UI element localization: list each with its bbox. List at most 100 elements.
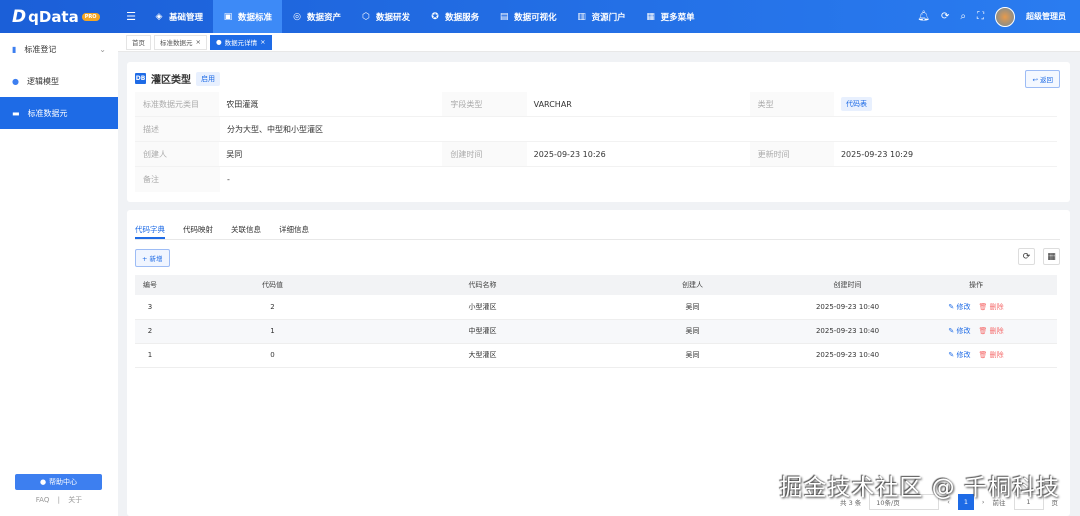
table-cell: 0	[165, 343, 380, 368]
edit-button[interactable]: ✎ 修改	[948, 327, 970, 335]
detail-title: DB 灌区类型 启用	[135, 71, 220, 86]
field-value: VARCHAR	[533, 99, 572, 109]
sidebar-item-label: 标准数据元	[27, 108, 68, 118]
tab-code-dict[interactable]: 代码字典	[135, 222, 165, 239]
table-cell: 3	[135, 295, 165, 320]
table-cell: 2025-09-23 10:40	[800, 295, 895, 320]
field-value: 农田灌溉	[226, 99, 259, 109]
table-cell: 1	[135, 343, 165, 368]
nav-data-assets[interactable]: ◎ 数据资产	[282, 0, 351, 33]
model-icon: ●	[12, 76, 19, 86]
detail-card: DB 灌区类型 启用 ↩ 返回 标准数据元类目 农田灌溉 字段类型 VARCHAR 类型…	[127, 62, 1070, 202]
actions-cell: ✎ 修改 🗑︎ 删除	[895, 319, 1057, 344]
tabs-bar: 首页 标准数据元 × ● 数据元详情 ×	[118, 33, 1080, 52]
column-settings-button[interactable]: ▦	[1043, 248, 1060, 265]
close-icon[interactable]: ×	[196, 38, 201, 46]
nav-data-dev[interactable]: ⬡ 数据研发	[351, 0, 420, 33]
detail-row: 描述 分为大型、中型和小型灌区	[135, 117, 1057, 142]
sidebar-item-standard-register[interactable]: ▮ 标准登记 ⌄	[0, 33, 118, 65]
table-cell: 2025-09-23 10:40	[800, 319, 895, 344]
user-name[interactable]: 超级管理员	[1026, 11, 1066, 22]
book-icon: ▣	[223, 11, 233, 22]
edit-label: 修改	[956, 302, 971, 311]
tab-label: 首页	[132, 39, 145, 47]
table-cell: 2025-09-23 10:40	[800, 343, 895, 368]
back-button[interactable]: ↩ 返回	[1025, 70, 1060, 88]
sidebar-item-logic-model[interactable]: ● 逻辑模型	[0, 65, 118, 97]
element-icon: ▬	[12, 108, 20, 118]
tab-related-info[interactable]: 关联信息	[231, 222, 261, 239]
nav-label: 数据研发	[376, 12, 411, 23]
table-cell: 2	[165, 295, 380, 320]
tab-detail-info[interactable]: 详细信息	[279, 222, 309, 239]
col-header: 操作	[895, 275, 1057, 295]
field-value: 2025-09-23 10:26	[533, 149, 606, 159]
pro-badge: PRO	[81, 12, 100, 21]
menu-toggle-icon[interactable]: ☰	[118, 10, 144, 23]
delete-label: 删除	[989, 351, 1004, 359]
delete-button[interactable]: 🗑︎ 删除	[978, 351, 1003, 359]
bell-icon[interactable]: 🔔︎	[917, 11, 930, 22]
tab-element-detail[interactable]: ● 数据元详情 ×	[209, 34, 272, 50]
nav-label: 更多菜单	[660, 12, 695, 23]
portal-icon: ▥	[577, 11, 586, 22]
detail-grid: 标准数据元类目 农田灌溉 字段类型 VARCHAR 类型 代码表 描述 分为大型、中型和…	[135, 92, 1057, 192]
detail-row: 创建人 吴同 创建时间 2025-09-23 10:26 更新时间 2025-09-2…	[135, 142, 1057, 167]
tab-standard-element[interactable]: 标准数据元 ×	[154, 34, 207, 50]
add-button[interactable]: + 新增	[135, 249, 170, 267]
actions-cell: ✎ 修改 🗑︎ 删除	[895, 295, 1057, 320]
nav-label: 数据标准	[238, 12, 273, 23]
field-label: 标准数据元类目	[135, 92, 220, 116]
faq-link[interactable]: FAQ	[36, 496, 50, 504]
field-value: 吴同	[226, 149, 243, 159]
help-center-button[interactable]: ● 帮助中心	[15, 474, 102, 490]
about-link[interactable]: 关于	[68, 496, 82, 504]
edit-button[interactable]: ✎ 修改	[948, 351, 970, 359]
refresh-icon[interactable]: ⟳	[941, 11, 949, 22]
nav-visualization[interactable]: ▤ 数据可视化	[489, 0, 567, 33]
nav-label: 基础管理	[169, 12, 204, 23]
field-label: 字段类型	[442, 92, 527, 116]
sidebar-item-label: 逻辑模型	[26, 76, 59, 86]
table-cell: 吴同	[585, 319, 800, 344]
sidebar-item-standard-element[interactable]: ▬ 标准数据元	[0, 97, 118, 129]
nav-label: 数据资产	[307, 12, 342, 23]
service-icon: ✪	[431, 11, 439, 22]
tab-code-mapping[interactable]: 代码映射	[183, 222, 213, 239]
table-cell: 1	[165, 319, 380, 344]
nav-basic[interactable]: ◈ 基础管理	[144, 0, 213, 33]
avatar[interactable]	[995, 6, 1015, 27]
logo[interactable]: DqData PRO	[0, 7, 118, 27]
table-header: 编号 代码值 代码名称 创建人 创建时间 操作	[135, 275, 1057, 295]
delete-button[interactable]: 🗑︎ 删除	[978, 303, 1003, 311]
table-row: 3 2 小型灌区 吴同 2025-09-23 10:40 ✎ 修改 🗑︎ 删除	[135, 295, 1057, 320]
sidebar-item-label: 标准登记	[24, 44, 57, 54]
col-header: 编号	[135, 275, 165, 295]
fullscreen-icon[interactable]: ⛶	[977, 11, 984, 22]
nav-more[interactable]: ▦ 更多菜单	[636, 0, 705, 33]
close-icon[interactable]: ×	[260, 38, 265, 46]
delete-button[interactable]: 🗑︎ 删除	[978, 327, 1003, 335]
search-icon[interactable]: ⌕	[960, 11, 966, 22]
nav-data-service[interactable]: ✪ 数据服务	[420, 0, 489, 33]
box-icon: ⬡	[362, 11, 370, 22]
tab-home[interactable]: 首页	[126, 34, 151, 50]
col-header: 创建时间	[800, 275, 895, 295]
table-cell: 吴同	[585, 295, 800, 320]
trash-icon: 🗑︎	[978, 351, 990, 359]
nav-label: 资源门户	[591, 12, 626, 23]
tab-label: 标准数据元	[160, 39, 193, 47]
field-value: 代码表	[834, 92, 1057, 116]
field-label: 创建时间	[442, 142, 527, 166]
nav-data-standard[interactable]: ▣ 数据标准	[213, 0, 283, 33]
field-value: 分为大型、中型和小型灌区	[227, 124, 323, 134]
page-title: 灌区类型	[151, 75, 191, 86]
help-label: 帮助中心	[49, 478, 78, 486]
actions-cell: ✎ 修改 🗑︎ 删除	[895, 343, 1057, 368]
edit-button[interactable]: ✎ 修改	[948, 303, 970, 311]
nav-portal[interactable]: ▥ 资源门户	[567, 0, 636, 33]
refresh-button[interactable]: ⟳	[1018, 248, 1035, 265]
logo-mark-icon: D	[12, 6, 27, 27]
main-nav: ◈ 基础管理 ▣ 数据标准 ◎ 数据资产 ⬡ 数据研发 ✪ 数据服务 ▤ 数据可视化 ▥ 资源…	[144, 0, 705, 33]
nav-label: 数据可视化	[514, 12, 557, 23]
